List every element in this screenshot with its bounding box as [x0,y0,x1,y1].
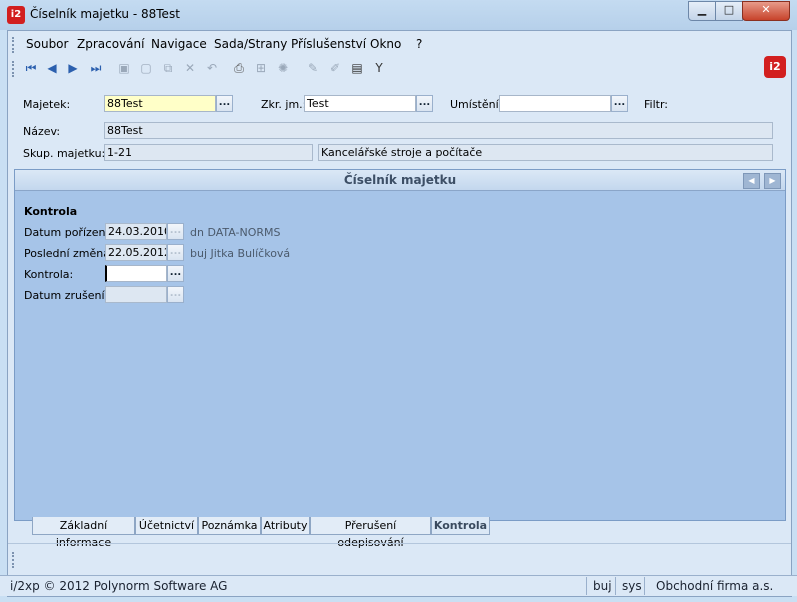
settings-icon[interactable]: ✺ [274,59,292,77]
kontrola-input[interactable] [105,265,167,282]
minimize-button[interactable]: ▁ [688,1,716,21]
tab-atributy[interactable]: Atributy [261,517,310,535]
title-bar: i2 Číselník majetku - 88Test ▁ □ ✕ [0,0,797,30]
majetek-label: Majetek: [23,98,71,111]
menu-grip[interactable] [12,37,16,53]
status-copyright: i/2xp © 2012 Polynorm Software AG [10,579,228,593]
status-bar: i/2xp © 2012 Polynorm Software AG buj sy… [0,575,797,596]
kontrola-label: Kontrola: [24,268,74,281]
kontrola-lookup-button[interactable]: ... [167,265,184,282]
undo-icon[interactable]: ↶ [203,59,221,77]
toolbar-grip[interactable] [12,61,16,77]
umisteni-input[interactable] [499,95,611,112]
last-record-icon[interactable]: ⏭ [87,59,105,77]
posledni-zmena-note: buj Jitka Bulíčková [190,247,291,260]
section-title: Kontrola [24,205,78,218]
app-icon: i2 [7,6,25,24]
copy-icon[interactable]: ⧉ [159,59,177,77]
first-record-icon[interactable]: ⏮ [22,59,40,77]
status-separator [586,577,587,595]
skup-name-field: Kancelářské stroje a počítače [318,144,773,161]
edit-alt-icon[interactable]: ✐ [326,59,344,77]
zkr-label: Zkr. jm.: [261,98,307,111]
brand-logo-icon: i2 [764,56,786,78]
menu-prislusenstvi[interactable]: Příslušenství [291,37,366,51]
tab-preruseni-odepisovani[interactable]: Přerušení odepisování [310,517,431,549]
datum-zruseni-label: Datum zrušení: [24,289,109,302]
next-record-icon[interactable]: ▶ [64,59,82,77]
panel-header: Číselník majetku [15,170,785,191]
status-user: buj [593,579,612,593]
menu-bar: Soubor Zpracování Navigace Sada/Strany P… [8,34,791,56]
tab-zakladni-informace[interactable]: Základní informace [32,517,135,549]
delete-icon[interactable]: ✕ [181,59,199,77]
filtr-label: Filtr: [644,98,668,111]
menu-zpracovani[interactable]: Zpracování [77,37,144,51]
client-area: Soubor Zpracování Navigace Sada/Strany P… [7,30,792,597]
tab-kontrola[interactable]: Kontrola [431,517,490,535]
toolbar: ⏮ ◀ ▶ ⏭ ▣ ▢ ⧉ ✕ ↶ ⎙ ⊞ ✺ ✎ ✐ ▤ Y [8,57,768,81]
zkr-lookup-button[interactable]: ... [416,95,433,112]
edit-icon[interactable]: ✎ [304,59,322,77]
umisteni-lookup-button[interactable]: ... [611,95,628,112]
lower-toolbar [8,543,791,576]
datum-zruseni-button: ... [167,286,184,303]
skup-label: Skup. majetku: [23,147,106,160]
majetek-input[interactable]: 88Test [104,95,216,112]
tab-poznamka[interactable]: Poznámka [198,517,261,535]
menu-navigace[interactable]: Navigace [151,37,207,51]
table-export-icon[interactable]: ▤ [348,59,366,77]
filter-icon[interactable]: Y [370,59,388,77]
new-document-icon[interactable]: ▢ [137,59,155,77]
tab-strip: Základní informace Účetnictví Poznámka A… [14,517,784,549]
lower-toolbar-grip[interactable] [12,552,16,568]
panel-prev-icon[interactable]: ◀ [743,173,760,189]
tab-ucetnictvi[interactable]: Účetnictví [135,517,198,535]
tree-icon[interactable]: ⊞ [252,59,270,77]
menu-sada-strany[interactable]: Sada/Strany [214,37,287,51]
status-separator [644,577,645,595]
panel-next-icon[interactable]: ▶ [764,173,781,189]
nazev-field: 88Test [104,122,773,139]
majetek-lookup-button[interactable]: ... [216,95,233,112]
detail-panel: Číselník majetku ◀ ▶ Kontrola Datum poří… [14,169,786,521]
window-title: Číselník majetku - 88Test [30,7,180,21]
datum-porizeni-field: 24.03.2010 [105,223,167,240]
posledni-zmena-label: Poslední změna: [24,247,114,260]
umisteni-label: Umístění: [450,98,503,111]
skup-code-field: 1-21 [104,144,313,161]
posledni-zmena-button: ... [167,244,184,261]
menu-okno[interactable]: Okno [370,37,401,51]
datum-porizeni-button: ... [167,223,184,240]
status-separator [615,577,616,595]
datum-zruseni-field [105,286,167,303]
save-icon[interactable]: ▣ [115,59,133,77]
print-icon[interactable]: ⎙ [230,59,248,77]
zkr-input[interactable]: Test [304,95,416,112]
status-company: Obchodní firma a.s. [656,579,774,593]
menu-help[interactable]: ? [416,37,422,51]
close-button[interactable]: ✕ [742,1,790,21]
datum-porizeni-note: dn DATA-NORMS [190,226,281,239]
maximize-button[interactable]: □ [715,1,743,21]
datum-porizeni-label: Datum pořízení: [24,226,113,239]
status-db: sys [622,579,642,593]
posledni-zmena-field: 22.05.2012 [105,244,167,261]
previous-record-icon[interactable]: ◀ [43,59,61,77]
menu-soubor[interactable]: Soubor [26,37,68,51]
nazev-label: Název: [23,125,61,138]
